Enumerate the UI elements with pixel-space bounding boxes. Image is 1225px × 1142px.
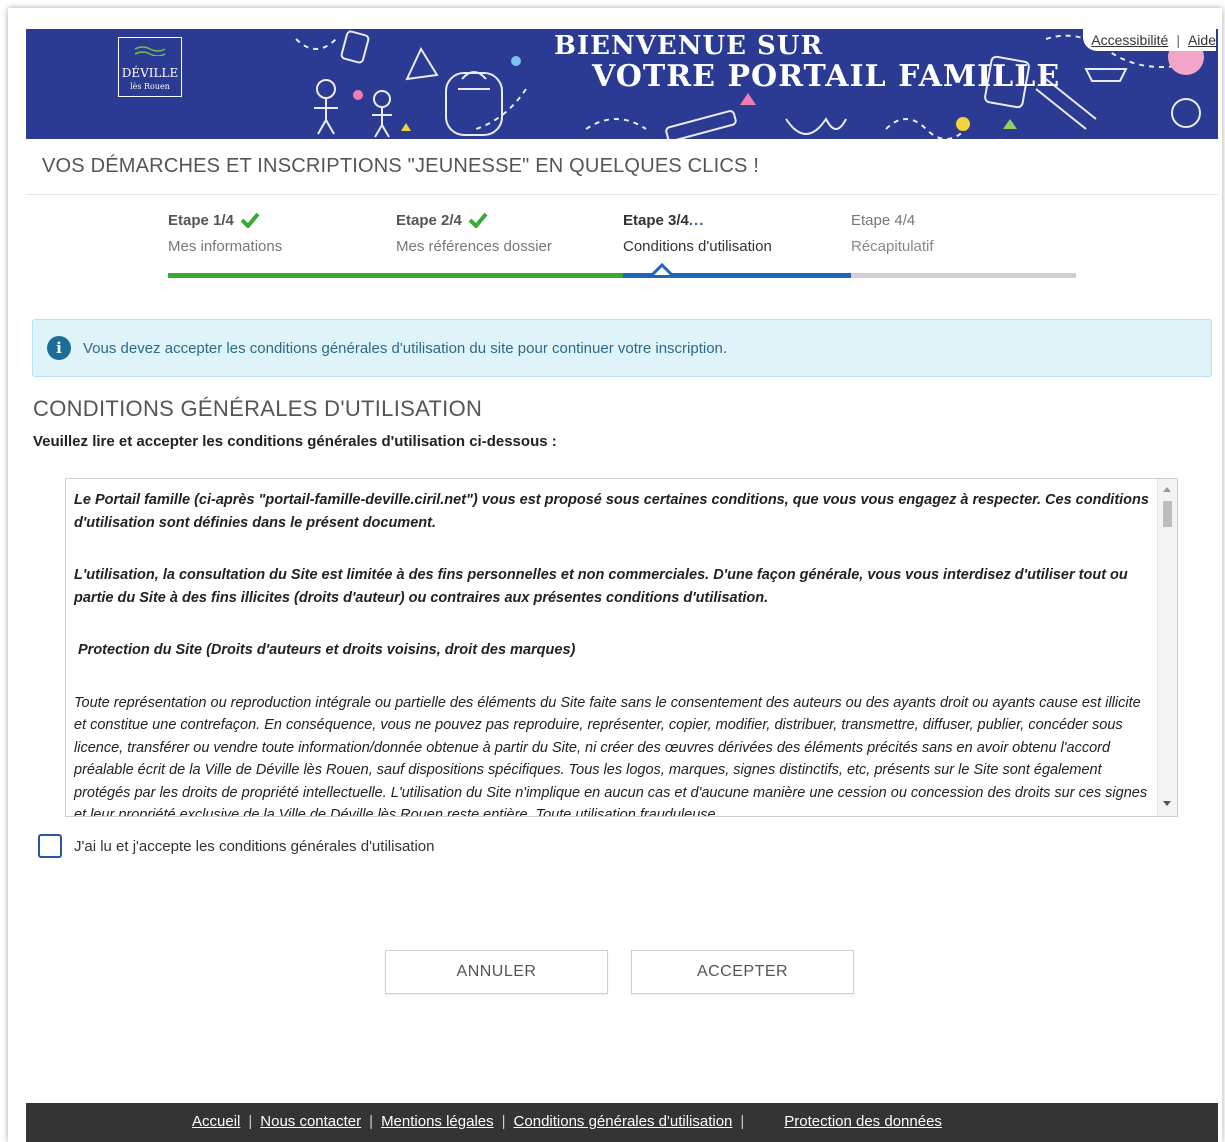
in-progress-indicator: ...	[688, 211, 705, 229]
lead-text: Veuillez lire et accepter les conditions…	[33, 433, 557, 450]
banner-title-line2: VOTRE PORTAIL FAMILLE	[592, 59, 1061, 94]
footer: Accueil | Nous contacter | Mentions léga…	[26, 1103, 1218, 1142]
logo-city-suffix: lès Rouen	[130, 82, 170, 91]
top-links: Accessibilité | Aide	[1083, 29, 1216, 51]
footer-link-home[interactable]: Accueil	[192, 1113, 240, 1130]
step-3: Etape 3/4... Conditions d'utilisation	[623, 210, 851, 256]
city-logo[interactable]: DÉVILLE lès Rouen	[118, 37, 182, 97]
cancel-button[interactable]: ANNULER	[385, 950, 608, 994]
checkbox-label[interactable]: J'ai lu et j'accepte les conditions géné…	[74, 838, 434, 855]
active-step-pointer-icon	[650, 262, 674, 276]
step-4-label: Etape 4/4	[851, 211, 916, 229]
alert-message: Vous devez accepter les conditions génér…	[83, 339, 728, 357]
terms-scroll-box[interactable]: Le Portail famille (ci-après "portail-fa…	[65, 478, 1178, 817]
checkmark-icon	[468, 212, 488, 228]
step-3-name: Conditions d'utilisation	[623, 238, 772, 255]
accept-terms-checkbox[interactable]	[38, 834, 62, 858]
step-1-name: Mes informations	[168, 238, 283, 255]
footer-separator: |	[740, 1113, 745, 1130]
scroll-up-arrow-icon[interactable]	[1163, 487, 1171, 492]
scroll-down-arrow-icon[interactable]	[1163, 801, 1171, 806]
scrollbar-thumb[interactable]	[1163, 501, 1172, 527]
page-subtitle: VOS DÉMARCHES ET INSCRIPTIONS "JEUNESSE"…	[42, 155, 760, 177]
footer-link-terms[interactable]: Conditions générales d'utilisation	[514, 1113, 733, 1130]
step-1-label: Etape 1/4	[168, 211, 234, 229]
scrollbar[interactable]	[1157, 479, 1177, 816]
terms-paragraph: L'utilisation, la consultation du Site e…	[74, 567, 1128, 606]
footer-links: Accueil | Nous contacter | Mentions léga…	[192, 1113, 942, 1130]
progress-done-segment	[168, 273, 623, 278]
divider	[26, 194, 1218, 195]
terms-heading: Protection du Site (Droits d'auteurs et …	[78, 642, 576, 658]
terms-paragraph: Toute représentation ou reproduction int…	[74, 694, 1148, 817]
footer-link-contact[interactable]: Nous contacter	[260, 1113, 361, 1130]
checkmark-icon	[240, 212, 260, 228]
step-2: Etape 2/4 Mes références dossier	[396, 210, 624, 256]
terms-paragraph: Le Portail famille (ci-après "portail-fa…	[74, 492, 1149, 531]
footer-link-legal[interactable]: Mentions légales	[381, 1113, 494, 1130]
step-2-label: Etape 2/4	[396, 211, 462, 229]
logo-waves-icon	[134, 46, 166, 56]
terms-content: Le Portail famille (ci-après "portail-fa…	[74, 489, 1156, 817]
banner-title-line1: BIENVENUE SUR	[554, 31, 824, 61]
header-banner: DÉVILLE lès Rouen BIENVENUE SUR VOTRE PO…	[26, 29, 1218, 139]
accessibility-link[interactable]: Accessibilité	[1091, 32, 1168, 48]
step-4-name: Récapitulatif	[851, 238, 934, 255]
step-3-label: Etape 3/4	[623, 211, 689, 229]
step-progress-bar	[168, 273, 1076, 278]
accept-terms-checkbox-row[interactable]: J'ai lu et j'accepte les conditions géné…	[38, 834, 434, 858]
logo-city-name: DÉVILLE	[121, 66, 179, 80]
link-separator: |	[1176, 32, 1180, 48]
step-1: Etape 1/4 Mes informations	[168, 210, 396, 256]
help-link[interactable]: Aide	[1188, 32, 1216, 48]
info-alert: i Vous devez accepter les conditions gén…	[32, 319, 1212, 377]
footer-link-data-protection[interactable]: Protection des données	[784, 1113, 942, 1130]
step-4: Etape 4/4 Récapitulatif	[851, 210, 1079, 256]
step-2-name: Mes références dossier	[396, 238, 552, 255]
section-title: CONDITIONS GÉNÉRALES D'UTILISATION	[33, 396, 483, 421]
accept-button[interactable]: ACCEPTER	[631, 950, 854, 994]
info-icon: i	[47, 336, 71, 360]
footer-separator: |	[248, 1113, 253, 1130]
footer-separator: |	[369, 1113, 374, 1130]
footer-separator: |	[501, 1113, 506, 1130]
